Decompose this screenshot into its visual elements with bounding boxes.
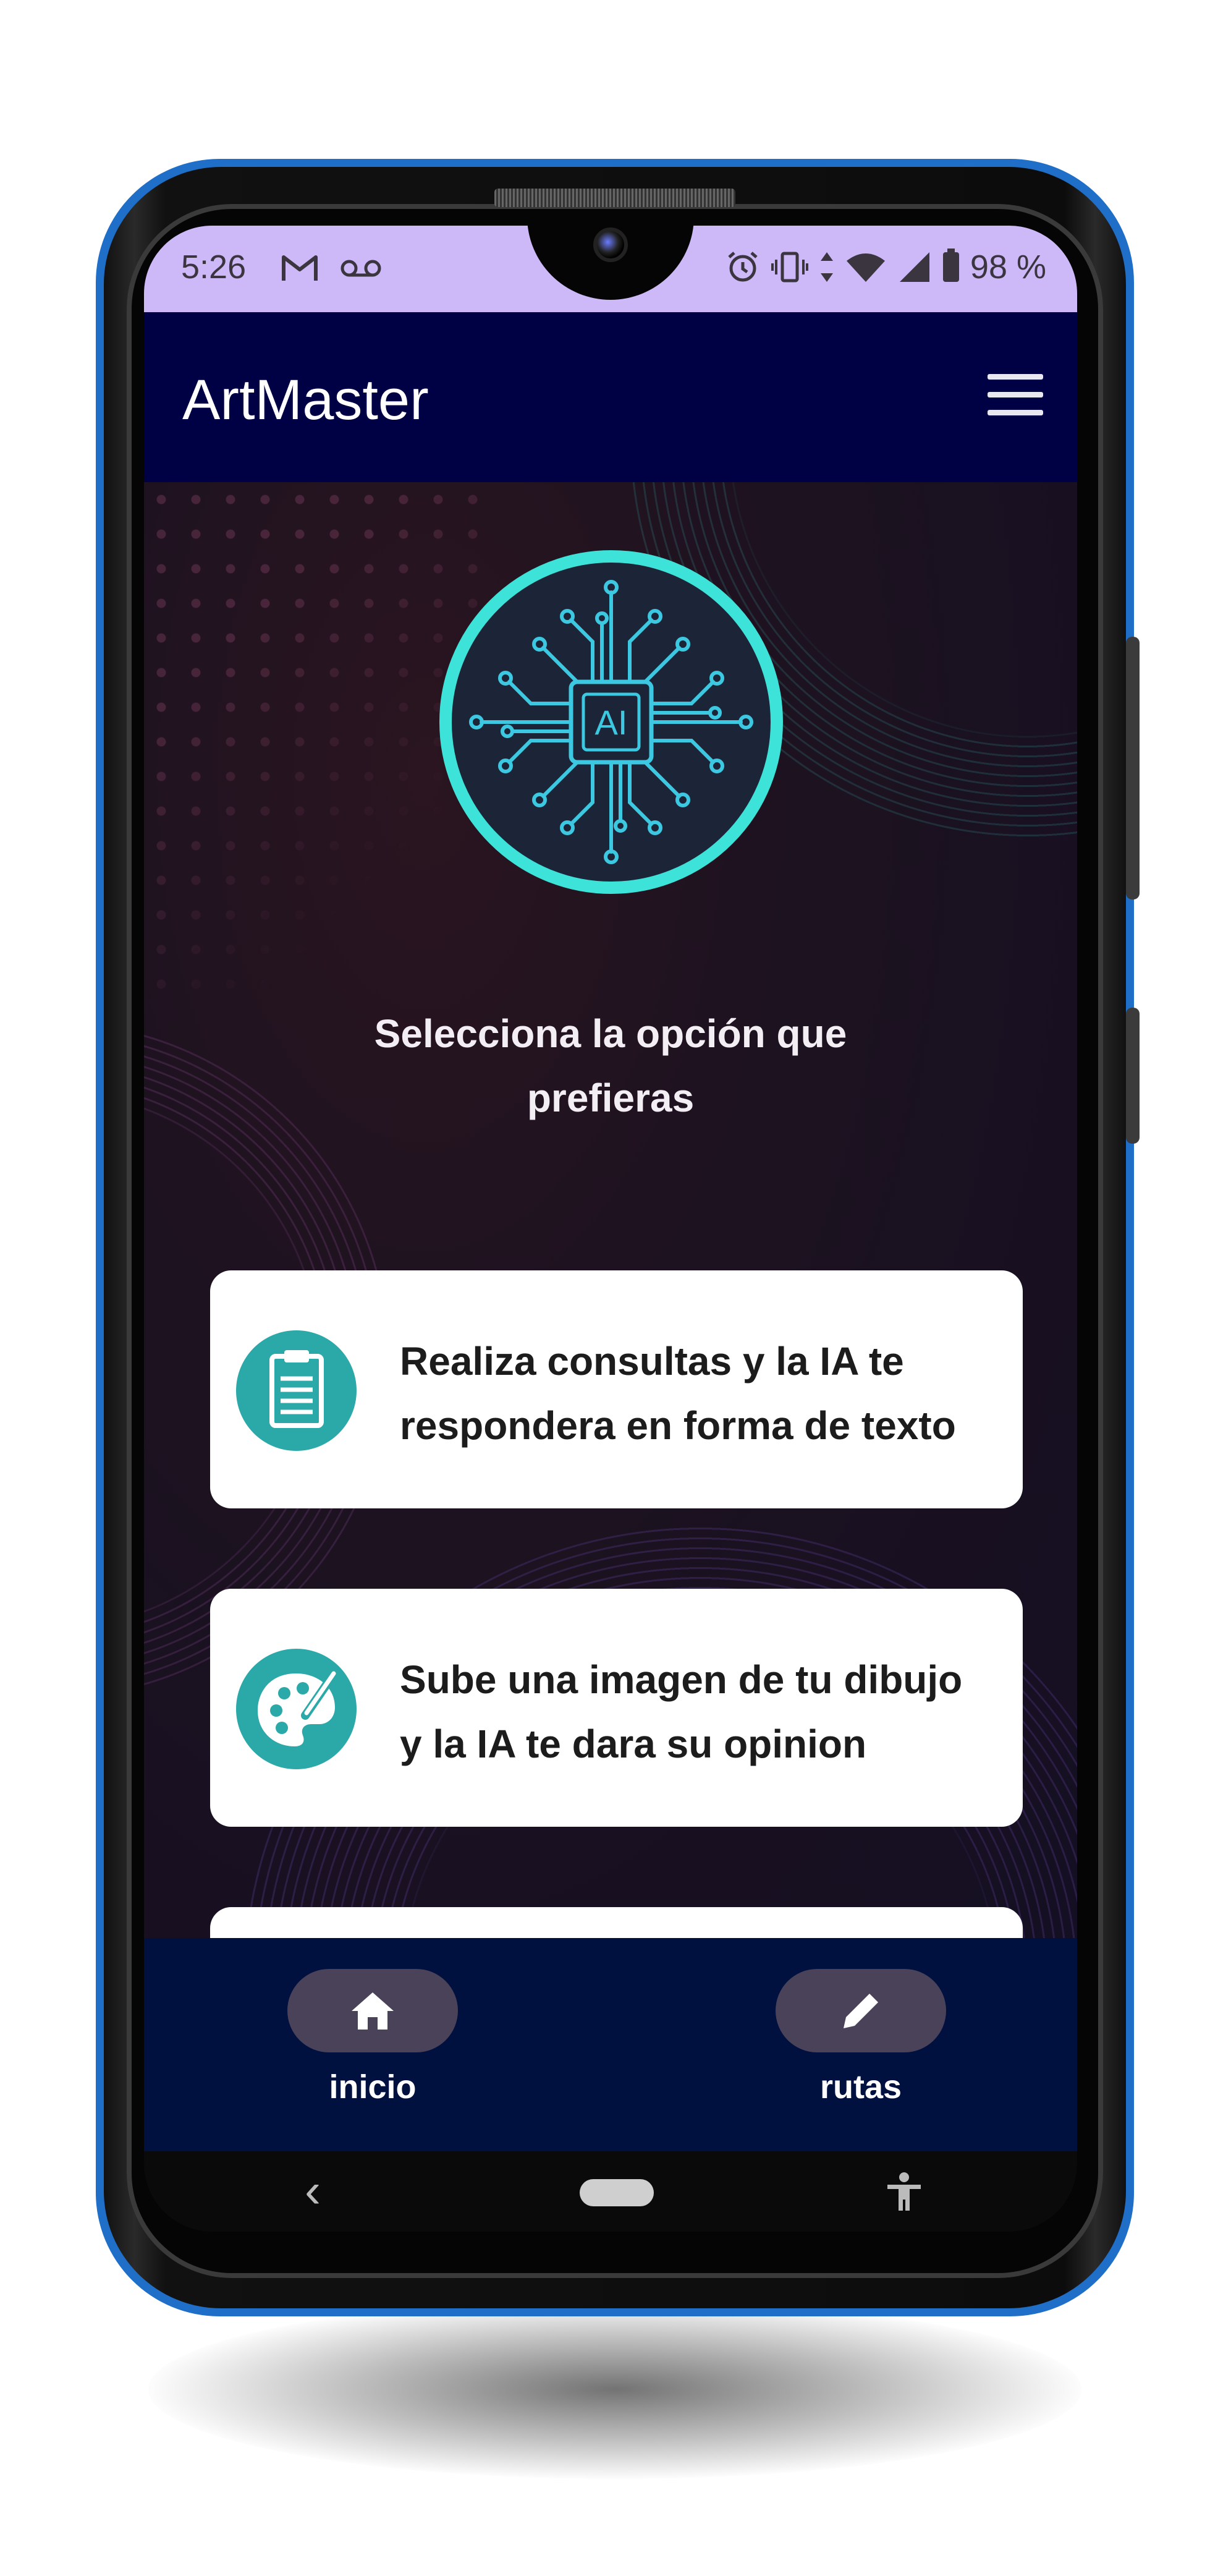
nav-item-rutas[interactable]: rutas — [768, 1969, 954, 2117]
option-line: y la IA te dara su opinion — [400, 1722, 867, 1766]
option-text: Sube una imagen de tu dibujo y la IA te … — [400, 1647, 1018, 1776]
front-camera — [593, 227, 628, 262]
alarm-icon — [728, 252, 758, 282]
option-text: Realiza consultas y la IA te respondera … — [400, 1329, 1018, 1458]
app-title: ArtMaster — [182, 368, 429, 431]
signal-icon — [899, 252, 929, 282]
data-arrows-icon — [820, 252, 833, 282]
option-text-query-card[interactable]: Realiza consultas y la IA te respondera … — [210, 1270, 1023, 1508]
nav-label-inicio: inicio — [329, 2068, 417, 2106]
ai-chip-icon: AI — [439, 550, 783, 894]
status-left-icons — [280, 248, 383, 285]
earpiece-speaker — [494, 189, 735, 207]
palette-icon — [236, 1649, 357, 1769]
nav-label-rutas: rutas — [819, 2068, 902, 2106]
home-pill-icon[interactable] — [580, 2179, 654, 2206]
gmail-icon — [282, 255, 318, 281]
battery-level: 98 % — [970, 249, 1046, 286]
wifi-icon — [846, 253, 885, 282]
status-time: 5:26 — [181, 249, 247, 286]
nav-item-inicio[interactable]: inicio — [280, 1969, 465, 2117]
nav-pill — [776, 1969, 946, 2052]
prompt-line: prefieras — [527, 1076, 695, 1120]
nav-pill — [287, 1969, 458, 2052]
main-content[interactable]: AI Selecciona la opción que prefieras Re… — [144, 482, 1077, 1938]
voicemail-icon — [341, 260, 381, 277]
power-button — [1126, 1008, 1140, 1144]
phone-shadow — [148, 2300, 1081, 2479]
option-card-partial[interactable] — [210, 1907, 1023, 1938]
bottom-navigation: inicio rutas — [144, 1938, 1077, 2151]
prompt-text: Selecciona la opción que prefieras — [268, 1001, 954, 1130]
option-line: respondera en forma de texto — [400, 1403, 956, 1448]
option-image-upload-card[interactable]: Sube una imagen de tu dibujo y la IA te … — [210, 1589, 1023, 1827]
option-line: Realiza consultas y la IA te — [400, 1339, 904, 1384]
vibrate-icon — [771, 252, 808, 283]
ai-logo-text: AI — [595, 703, 628, 742]
status-right-icons: 98 % — [725, 248, 1046, 286]
battery-icon — [942, 249, 959, 282]
phone-screen: 5:26 98 % ArtMaster AI Selecciona la opc… — [144, 226, 1077, 2232]
back-icon[interactable]: ‹ — [305, 2162, 321, 2219]
accessibility-icon[interactable] — [882, 2170, 926, 2213]
prompt-line: Selecciona la opción que — [374, 1011, 847, 1056]
hamburger-menu-icon[interactable] — [988, 374, 1043, 417]
system-navigation-bar: ‹ — [144, 2151, 1077, 2232]
app-bar: ArtMaster — [144, 312, 1077, 482]
home-icon — [352, 1992, 394, 2030]
option-line: Sube una imagen de tu dibujo — [400, 1657, 963, 1702]
volume-button — [1126, 637, 1140, 899]
pencil-icon — [844, 1990, 882, 2028]
clipboard-icon — [236, 1330, 357, 1451]
